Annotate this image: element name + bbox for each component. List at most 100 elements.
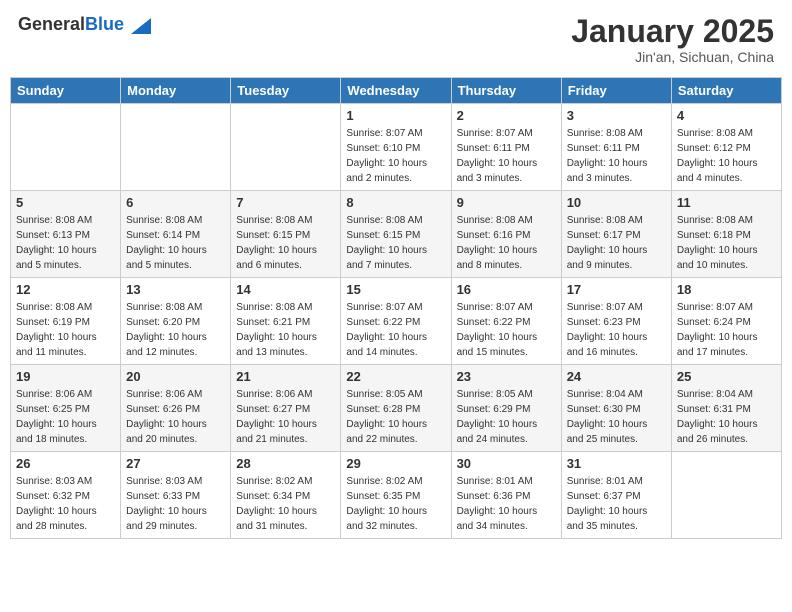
- calendar-cell: 27 Sunrise: 8:03 AM Sunset: 6:33 PM Dayli…: [121, 452, 231, 539]
- calendar-week-row: 26 Sunrise: 8:03 AM Sunset: 6:32 PM Dayli…: [11, 452, 782, 539]
- logo-icon: [131, 18, 151, 34]
- weekday-header: Thursday: [451, 78, 561, 104]
- day-number: 7: [236, 195, 335, 210]
- day-info: Sunrise: 8:08 AM Sunset: 6:14 PM Dayligh…: [126, 213, 225, 273]
- day-info: Sunrise: 8:08 AM Sunset: 6:11 PM Dayligh…: [567, 126, 666, 186]
- day-info: Sunrise: 8:08 AM Sunset: 6:20 PM Dayligh…: [126, 300, 225, 360]
- calendar-cell: 31Sunrise: 8:01 AM Sunset: 6:37 PM Dayli…: [561, 452, 671, 539]
- location: Jin'an, Sichuan, China: [571, 49, 774, 65]
- weekday-header-row: SundayMondayTuesdayWednesdayThursdayFrid…: [11, 78, 782, 104]
- calendar-cell: 24Sunrise: 8:04 AM Sunset: 6:30 PM Dayli…: [561, 365, 671, 452]
- day-number: 21: [236, 369, 335, 384]
- day-number: 30: [457, 456, 556, 471]
- day-number: 19: [16, 369, 115, 384]
- day-number: 13: [126, 282, 225, 297]
- day-number: 4: [677, 108, 776, 123]
- calendar-cell: 23Sunrise: 8:05 AM Sunset: 6:29 PM Dayli…: [451, 365, 561, 452]
- day-info: Sunrise: 8:08 AM Sunset: 6:12 PM Dayligh…: [677, 126, 776, 186]
- calendar-cell: 20 Sunrise: 8:06 AM Sunset: 6:26 PM Dayli…: [121, 365, 231, 452]
- calendar-cell: 30 Sunrise: 8:01 AM Sunset: 6:36 PM Dayli…: [451, 452, 561, 539]
- day-info: Sunrise: 8:07 AM Sunset: 6:22 PM Dayligh…: [457, 300, 556, 360]
- calendar-cell: 11 Sunrise: 8:08 AM Sunset: 6:18 PM Dayli…: [671, 191, 781, 278]
- calendar-cell: 4 Sunrise: 8:08 AM Sunset: 6:12 PM Daylig…: [671, 104, 781, 191]
- day-info: Sunrise: 8:07 AM Sunset: 6:23 PM Dayligh…: [567, 300, 666, 360]
- day-number: 29: [346, 456, 445, 471]
- calendar-week-row: 1Sunrise: 8:07 AM Sunset: 6:10 PM Daylig…: [11, 104, 782, 191]
- calendar-cell: 5 Sunrise: 8:08 AM Sunset: 6:13 PM Daylig…: [11, 191, 121, 278]
- day-number: 31: [567, 456, 666, 471]
- calendar-cell: 12Sunrise: 8:08 AM Sunset: 6:19 PM Dayli…: [11, 278, 121, 365]
- calendar-week-row: 5 Sunrise: 8:08 AM Sunset: 6:13 PM Daylig…: [11, 191, 782, 278]
- day-number: 26: [16, 456, 115, 471]
- calendar-cell: 1Sunrise: 8:07 AM Sunset: 6:10 PM Daylig…: [341, 104, 451, 191]
- day-number: 15: [346, 282, 445, 297]
- calendar-cell: 29 Sunrise: 8:02 AM Sunset: 6:35 PM Dayli…: [341, 452, 451, 539]
- weekday-header: Friday: [561, 78, 671, 104]
- day-number: 6: [126, 195, 225, 210]
- day-info: Sunrise: 8:06 AM Sunset: 6:26 PM Dayligh…: [126, 387, 225, 447]
- calendar-table: SundayMondayTuesdayWednesdayThursdayFrid…: [10, 77, 782, 539]
- day-info: Sunrise: 8:08 AM Sunset: 6:17 PM Dayligh…: [567, 213, 666, 273]
- calendar-cell: 22 Sunrise: 8:05 AM Sunset: 6:28 PM Dayli…: [341, 365, 451, 452]
- day-info: Sunrise: 8:04 AM Sunset: 6:31 PM Dayligh…: [677, 387, 776, 447]
- day-info: Sunrise: 8:08 AM Sunset: 6:18 PM Dayligh…: [677, 213, 776, 273]
- logo-blue: Blue: [85, 14, 124, 34]
- day-number: 24: [567, 369, 666, 384]
- day-number: 5: [16, 195, 115, 210]
- day-info: Sunrise: 8:07 AM Sunset: 6:11 PM Dayligh…: [457, 126, 556, 186]
- calendar-week-row: 12Sunrise: 8:08 AM Sunset: 6:19 PM Dayli…: [11, 278, 782, 365]
- day-info: Sunrise: 8:02 AM Sunset: 6:34 PM Dayligh…: [236, 474, 335, 534]
- calendar-cell: 3 Sunrise: 8:08 AM Sunset: 6:11 PM Daylig…: [561, 104, 671, 191]
- calendar-cell: 25Sunrise: 8:04 AM Sunset: 6:31 PM Dayli…: [671, 365, 781, 452]
- calendar-cell: 15Sunrise: 8:07 AM Sunset: 6:22 PM Dayli…: [341, 278, 451, 365]
- day-number: 8: [346, 195, 445, 210]
- weekday-header: Saturday: [671, 78, 781, 104]
- calendar-cell: 2 Sunrise: 8:07 AM Sunset: 6:11 PM Daylig…: [451, 104, 561, 191]
- calendar-cell: [121, 104, 231, 191]
- weekday-header: Monday: [121, 78, 231, 104]
- day-number: 10: [567, 195, 666, 210]
- calendar-cell: 19 Sunrise: 8:06 AM Sunset: 6:25 PM Dayli…: [11, 365, 121, 452]
- day-info: Sunrise: 8:03 AM Sunset: 6:33 PM Dayligh…: [126, 474, 225, 534]
- day-info: Sunrise: 8:02 AM Sunset: 6:35 PM Dayligh…: [346, 474, 445, 534]
- day-number: 3: [567, 108, 666, 123]
- calendar-cell: 9Sunrise: 8:08 AM Sunset: 6:16 PM Daylig…: [451, 191, 561, 278]
- day-info: Sunrise: 8:03 AM Sunset: 6:32 PM Dayligh…: [16, 474, 115, 534]
- day-number: 2: [457, 108, 556, 123]
- calendar-cell: 21 Sunrise: 8:06 AM Sunset: 6:27 PM Dayli…: [231, 365, 341, 452]
- day-number: 20: [126, 369, 225, 384]
- day-info: Sunrise: 8:06 AM Sunset: 6:25 PM Dayligh…: [16, 387, 115, 447]
- day-info: Sunrise: 8:08 AM Sunset: 6:15 PM Dayligh…: [346, 213, 445, 273]
- calendar-cell: 13 Sunrise: 8:08 AM Sunset: 6:20 PM Dayli…: [121, 278, 231, 365]
- day-number: 22: [346, 369, 445, 384]
- weekday-header: Wednesday: [341, 78, 451, 104]
- day-number: 9: [457, 195, 556, 210]
- day-info: Sunrise: 8:06 AM Sunset: 6:27 PM Dayligh…: [236, 387, 335, 447]
- day-info: Sunrise: 8:08 AM Sunset: 6:13 PM Dayligh…: [16, 213, 115, 273]
- day-number: 28: [236, 456, 335, 471]
- calendar-cell: 17Sunrise: 8:07 AM Sunset: 6:23 PM Dayli…: [561, 278, 671, 365]
- day-info: Sunrise: 8:05 AM Sunset: 6:28 PM Dayligh…: [346, 387, 445, 447]
- day-number: 11: [677, 195, 776, 210]
- calendar-cell: 6 Sunrise: 8:08 AM Sunset: 6:14 PM Daylig…: [121, 191, 231, 278]
- day-info: Sunrise: 8:01 AM Sunset: 6:36 PM Dayligh…: [457, 474, 556, 534]
- title-block: January 2025 Jin'an, Sichuan, China: [571, 14, 774, 65]
- logo: GeneralBlue: [18, 14, 151, 35]
- day-info: Sunrise: 8:07 AM Sunset: 6:10 PM Dayligh…: [346, 126, 445, 186]
- calendar-cell: 7Sunrise: 8:08 AM Sunset: 6:15 PM Daylig…: [231, 191, 341, 278]
- month-title: January 2025: [571, 14, 774, 49]
- calendar-cell: 8 Sunrise: 8:08 AM Sunset: 6:15 PM Daylig…: [341, 191, 451, 278]
- calendar-week-row: 19 Sunrise: 8:06 AM Sunset: 6:25 PM Dayli…: [11, 365, 782, 452]
- weekday-header: Sunday: [11, 78, 121, 104]
- calendar-cell: 10 Sunrise: 8:08 AM Sunset: 6:17 PM Dayli…: [561, 191, 671, 278]
- calendar-cell: [671, 452, 781, 539]
- day-number: 16: [457, 282, 556, 297]
- day-number: 23: [457, 369, 556, 384]
- calendar-cell: 16 Sunrise: 8:07 AM Sunset: 6:22 PM Dayli…: [451, 278, 561, 365]
- day-info: Sunrise: 8:08 AM Sunset: 6:19 PM Dayligh…: [16, 300, 115, 360]
- logo-general: General: [18, 14, 85, 34]
- calendar-cell: 26 Sunrise: 8:03 AM Sunset: 6:32 PM Dayli…: [11, 452, 121, 539]
- day-info: Sunrise: 8:08 AM Sunset: 6:21 PM Dayligh…: [236, 300, 335, 360]
- day-number: 27: [126, 456, 225, 471]
- day-number: 14: [236, 282, 335, 297]
